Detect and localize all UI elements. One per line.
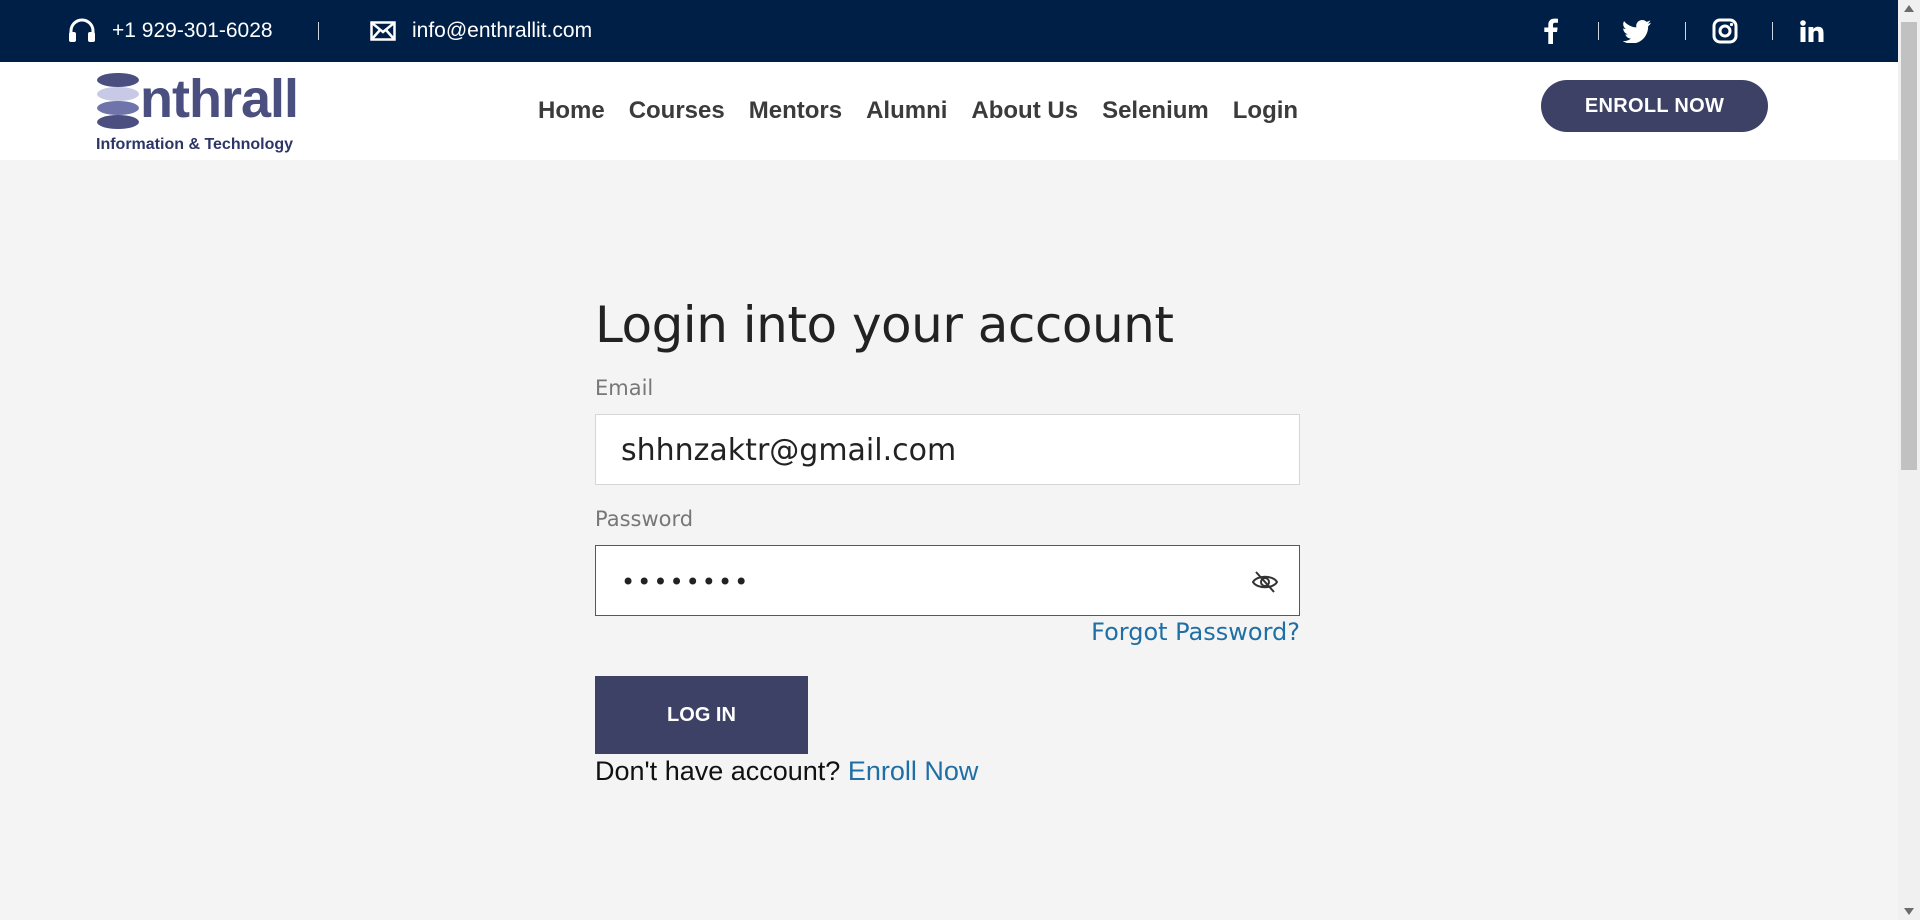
twitter-link[interactable] [1617, 0, 1657, 62]
main-nav: Home Courses Mentors Alumni About Us Sel… [538, 62, 1322, 160]
page-scrollbar[interactable] [1898, 0, 1920, 920]
forgot-password-link[interactable]: Forgot Password? [595, 618, 1300, 646]
email-field[interactable]: shhnzaktr@gmail.com [595, 414, 1300, 485]
nav-login[interactable]: Login [1233, 97, 1298, 125]
nav-selenium[interactable]: Selenium [1102, 97, 1209, 125]
separator [1685, 22, 1686, 40]
email-value: shhnzaktr@gmail.com [621, 433, 957, 468]
password-label: Password [595, 507, 694, 531]
scrollbar-thumb[interactable] [1901, 22, 1917, 470]
enthrall-logo[interactable]: nthrall Information & Technology [96, 69, 306, 153]
password-value: •••••••• [621, 567, 751, 596]
site-header: nthrall Information & Technology Home Co… [0, 62, 1898, 160]
login-button[interactable]: LOG IN [595, 676, 808, 754]
instagram-link[interactable] [1705, 0, 1745, 62]
headset-icon [69, 18, 95, 42]
scroll-up-icon[interactable] [1904, 5, 1914, 12]
twitter-icon [1623, 19, 1651, 43]
nav-about-us[interactable]: About Us [971, 97, 1078, 125]
phone-number: +1 929-301-6028 [112, 19, 273, 42]
nav-courses[interactable]: Courses [629, 97, 725, 125]
scroll-down-icon[interactable] [1904, 908, 1914, 915]
logo-tagline: Information & Technology [96, 136, 294, 153]
instagram-icon [1712, 18, 1738, 44]
separator [318, 22, 319, 40]
phone-contact[interactable]: +1 929-301-6028 [68, 0, 273, 62]
email-label: Email [595, 376, 654, 400]
nav-alumni[interactable]: Alumni [866, 97, 947, 125]
logo-wordmark: nthrall [140, 69, 299, 129]
logo-e-mark [97, 73, 139, 129]
enroll-now-link[interactable]: Enroll Now [848, 756, 979, 786]
envelope-icon [370, 21, 396, 41]
facebook-link[interactable] [1531, 0, 1571, 62]
email-address: info@enthrallit.com [412, 19, 593, 42]
facebook-icon [1544, 18, 1558, 44]
login-form: Login into your account Email shhnzaktr@… [595, 296, 1300, 787]
linkedin-icon [1800, 20, 1824, 42]
signup-text: Don't have account? [595, 756, 841, 786]
top-contact-bar: +1 929-301-6028 info@enthrallit.com [0, 0, 1898, 62]
enroll-now-button[interactable]: ENROLL NOW [1541, 80, 1768, 132]
signup-prompt: Don't have account? Enroll Now [595, 756, 1300, 787]
password-field[interactable]: •••••••• [595, 545, 1300, 616]
email-contact[interactable]: info@enthrallit.com [370, 0, 592, 62]
eye-slash-icon[interactable] [1251, 568, 1279, 596]
linkedin-link[interactable] [1792, 0, 1832, 62]
separator [1598, 22, 1599, 40]
nav-mentors[interactable]: Mentors [749, 97, 842, 125]
separator [1772, 22, 1773, 40]
nav-home[interactable]: Home [538, 97, 605, 125]
page-title: Login into your account [595, 296, 1174, 354]
